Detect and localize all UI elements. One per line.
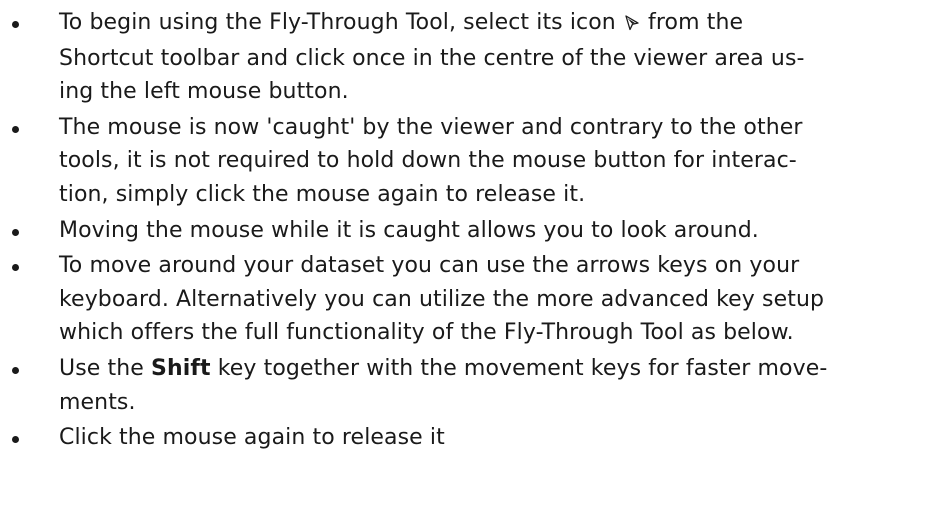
shift-key-label: Shift [151, 355, 211, 381]
bullet-icon [12, 21, 19, 28]
list-item: The mouse is now 'caught' by the viewer … [0, 111, 944, 212]
text-span: from the [640, 10, 744, 35]
list-item: To begin using the Fly-Through Tool, sel… [0, 6, 944, 109]
bullet-icon [12, 366, 19, 374]
text-line: Moving the mouse while it is caught allo… [59, 217, 759, 243]
list-item: Use the Shift key together with the move… [0, 352, 944, 419]
text-line: which offers the full functionality of t… [59, 320, 794, 346]
bullet-icon [12, 436, 19, 444]
text-line: ments. [59, 389, 136, 415]
instruction-list: To begin using the Fly-Through Tool, sel… [0, 6, 944, 457]
document-page: To begin using the Fly-Through Tool, sel… [0, 0, 944, 531]
list-item: To move around your dataset you can use … [0, 249, 944, 350]
text-span: To begin using the Fly-Through Tool, sel… [59, 10, 623, 35]
text-line: To move around your dataset you can use … [59, 253, 800, 279]
list-item: Click the mouse again to release it [0, 421, 944, 455]
bullet-icon [12, 264, 19, 272]
text-line: The mouse is now 'caught' by the viewer … [59, 114, 803, 140]
bullet-icon [12, 228, 19, 236]
text-line: To begin using the Fly-Through Tool, sel… [59, 6, 914, 42]
text-line: ing the left mouse button. [59, 79, 349, 105]
text-span: Use the [59, 355, 151, 381]
text-line: Use the Shift key together with the move… [59, 352, 914, 386]
list-item: Moving the mouse while it is caught allo… [0, 214, 944, 248]
text-line: Click the mouse again to release it [59, 425, 445, 451]
text-line: keyboard. Alternatively you can utilize … [59, 286, 825, 312]
text-line: tion, simply click the mouse again to re… [59, 181, 586, 207]
text-line: Shortcut toolbar and click once in the c… [59, 45, 805, 71]
text-span: key together with the movement keys for … [210, 355, 828, 381]
fly-through-cursor-icon [625, 8, 639, 42]
bullet-icon [12, 125, 19, 133]
text-line: tools, it is not required to hold down t… [59, 148, 797, 174]
